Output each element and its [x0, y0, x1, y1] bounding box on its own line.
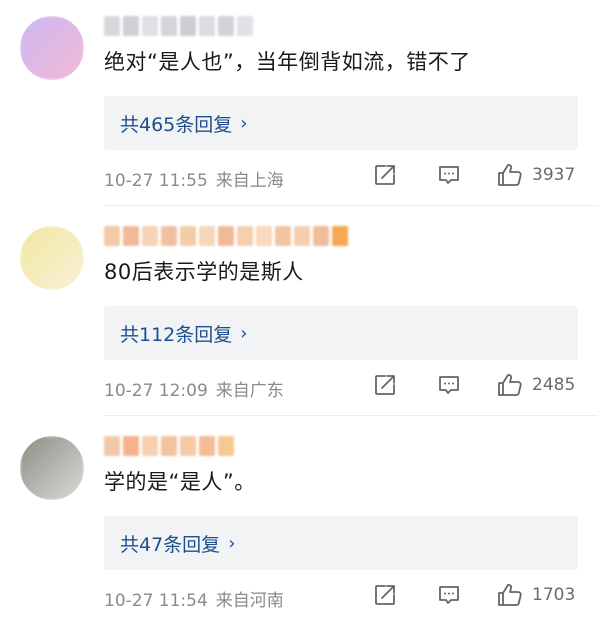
comment-text: 80后表示学的是斯人: [104, 260, 304, 284]
username-block: [104, 436, 120, 456]
reply-count-label: 共47条回复: [120, 533, 221, 556]
username-block: [237, 226, 253, 246]
username-blurred[interactable]: [104, 16, 253, 38]
username-block: [218, 226, 234, 246]
comment-icon: [439, 166, 459, 184]
username-block: [161, 436, 177, 456]
username-block: [199, 226, 215, 246]
view-replies-button[interactable]: 共47条回复 ›: [104, 516, 578, 570]
like-count: 2485: [532, 375, 576, 395]
username-block: [199, 16, 215, 36]
comment-button[interactable]: [436, 580, 462, 610]
avatar[interactable]: [20, 436, 84, 500]
comment-meta: 10-27 12:09 来自广东: [104, 376, 284, 401]
comment-location: 来自上海: [215, 171, 284, 191]
view-replies-button[interactable]: 共465条回复 ›: [104, 96, 578, 150]
username-block: [142, 226, 158, 246]
username-block: [218, 16, 234, 36]
share-icon: [375, 375, 395, 395]
comment-location: 来自广东: [215, 381, 284, 401]
username-block: [104, 226, 120, 246]
username-block: [161, 16, 177, 36]
username-blurred[interactable]: [104, 436, 234, 458]
share-button[interactable]: [372, 370, 398, 400]
view-replies-button[interactable]: 共112条回复 ›: [104, 306, 578, 360]
username-block: [123, 226, 139, 246]
comment-location: 来自河南: [215, 591, 284, 611]
divider: [104, 415, 598, 416]
comment-meta: 10-27 11:54 来自河南: [104, 586, 284, 611]
comment-time: 10-27 12:09: [104, 381, 208, 401]
comment-meta: 10-27 11:55 来自上海: [104, 166, 284, 191]
username-block: [294, 226, 310, 246]
comment-item: 80后表示学的是斯人 共112条回复 › 10-27 12:09 来自广东 24…: [0, 210, 598, 420]
username-block: [161, 226, 177, 246]
username-block: [199, 436, 215, 456]
username-blurred[interactable]: [104, 226, 348, 248]
username-block: [180, 436, 196, 456]
thumbs-up-icon: [498, 164, 522, 186]
username-block: [123, 436, 139, 456]
comment-text: 绝对“是人也”，当年倒背如流，错不了: [104, 50, 471, 74]
chevron-right-icon: ›: [240, 322, 248, 344]
like-button[interactable]: 3937: [496, 160, 575, 190]
username-block: [332, 226, 348, 246]
like-button[interactable]: 1703: [496, 580, 575, 610]
thumbs-up-icon: [498, 584, 522, 606]
username-block: [180, 16, 196, 36]
username-block: [313, 226, 329, 246]
comment-time: 10-27 11:54: [104, 591, 208, 611]
username-block: [180, 226, 196, 246]
thumbs-up-icon: [498, 374, 522, 396]
username-block: [218, 436, 234, 456]
username-block: [142, 16, 158, 36]
username-block: [256, 226, 272, 246]
comment-text: 学的是“是人”。: [104, 470, 256, 494]
comment-button[interactable]: [436, 160, 462, 190]
comment-button[interactable]: [436, 370, 462, 400]
chevron-right-icon: ›: [228, 532, 236, 554]
chevron-right-icon: ›: [240, 112, 248, 134]
divider: [104, 205, 598, 206]
like-count: 3937: [532, 165, 576, 185]
comment-icon: [439, 586, 459, 604]
share-icon: [375, 165, 395, 185]
share-icon: [375, 585, 395, 605]
reply-count-label: 共465条回复: [120, 113, 233, 136]
username-block: [123, 16, 139, 36]
comment-item: 学的是“是人”。 共47条回复 › 10-27 11:54 来自河南 1703: [0, 420, 598, 630]
reply-count-label: 共112条回复: [120, 323, 233, 346]
like-count: 1703: [532, 585, 576, 605]
comment-time: 10-27 11:55: [104, 171, 208, 191]
username-block: [104, 16, 120, 36]
avatar[interactable]: [20, 226, 84, 290]
username-block: [142, 436, 158, 456]
like-button[interactable]: 2485: [496, 370, 575, 400]
comment-item: 绝对“是人也”，当年倒背如流，错不了 共465条回复 › 10-27 11:55…: [0, 0, 598, 210]
comment-icon: [439, 376, 459, 394]
username-block: [275, 226, 291, 246]
share-button[interactable]: [372, 160, 398, 190]
share-button[interactable]: [372, 580, 398, 610]
username-block: [237, 16, 253, 36]
avatar[interactable]: [20, 16, 84, 80]
